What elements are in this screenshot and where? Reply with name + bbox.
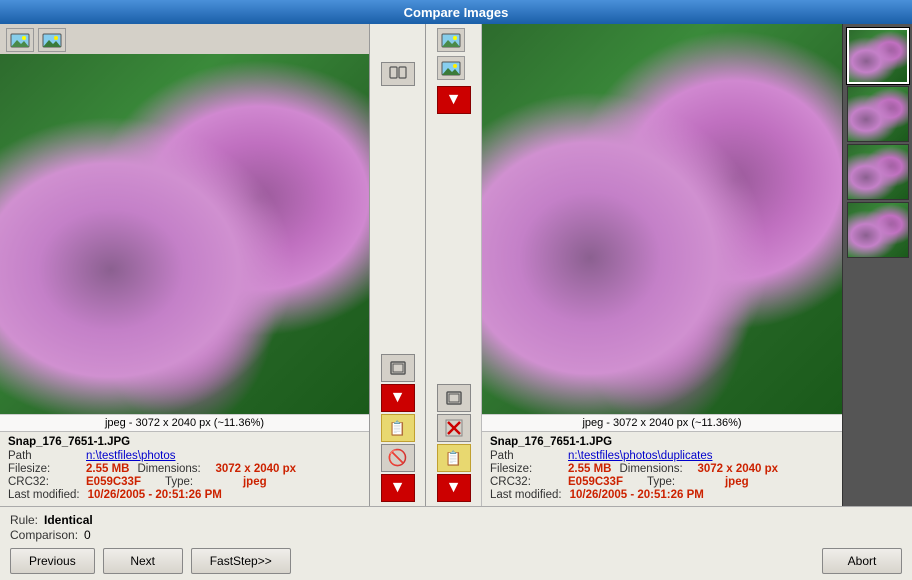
right-image-btn2[interactable] (437, 56, 465, 80)
previous-button[interactable]: Previous (10, 548, 95, 574)
right-path-label: Path (490, 450, 560, 462)
nav-buttons-left: Previous Next FastStep>> (10, 548, 291, 574)
left-filesize-label: Filesize: (8, 463, 78, 475)
status-info: Rule: Identical Comparison: 0 (10, 513, 902, 542)
nav-row: Previous Next FastStep>> Abort (10, 548, 902, 574)
right-cross-btn[interactable] (437, 414, 471, 442)
left-image-btn1[interactable] (6, 28, 34, 52)
right-image-info: jpeg - 3072 x 2040 px (~11.36%) (482, 414, 842, 431)
right-move-btn[interactable]: ▼ (437, 474, 471, 502)
right-header-buttons: ▼ (437, 28, 471, 114)
thumbnail-3[interactable] (847, 144, 909, 200)
right-image (482, 24, 842, 414)
abort-button[interactable]: Abort (822, 548, 902, 574)
window-title: Compare Images (404, 5, 509, 20)
right-type-value: jpeg (725, 476, 749, 488)
right-file-info: Snap_176_7651-1.JPG Path n:\testfiles\ph… (482, 431, 842, 506)
left-crc32-label: CRC32: (8, 476, 78, 488)
left-file-info: Snap_176_7651-1.JPG Path n:\testfiles\ph… (0, 431, 369, 506)
center-toolbar: ▼ 📋 🚫 ▼ (370, 24, 426, 506)
left-lastmod-label: Last modified: (8, 489, 80, 501)
thumbnail-2[interactable] (847, 86, 909, 142)
right-section: ▼ 📋 ▼ (426, 24, 842, 506)
thumbnails-panel (842, 24, 912, 506)
left-panel: jpeg - 3072 x 2040 px (~11.36%) Snap_176… (0, 24, 370, 506)
right-panel: jpeg - 3072 x 2040 px (~11.36%) Snap_176… (482, 24, 842, 506)
left-type-value: jpeg (243, 476, 267, 488)
rule-label: Rule: (10, 513, 38, 527)
right-lastmod-value: 10/26/2005 - 20:51:26 PM (570, 489, 704, 501)
left-image-info: jpeg - 3072 x 2040 px (~11.36%) (0, 414, 369, 431)
block-left-btn[interactable]: 🚫 (381, 444, 415, 472)
right-lastmod-label: Last modified: (490, 489, 562, 501)
left-path-label: Path (8, 450, 78, 462)
thumbnail-4[interactable] (847, 202, 909, 258)
left-dimensions-label: Dimensions: (137, 463, 207, 475)
left-crc32-value: E059C33F (86, 476, 141, 488)
right-crc32-label: CRC32: (490, 476, 560, 488)
fit-window-btn[interactable] (381, 354, 415, 382)
left-dimensions-value: 3072 x 2040 px (215, 463, 296, 475)
rule-row: Rule: Identical (10, 513, 902, 527)
left-path-value[interactable]: n:\testfiles\photos (86, 450, 176, 462)
note-left-btn[interactable]: 📋 (381, 414, 415, 442)
thumbnail-1[interactable] (847, 28, 909, 84)
right-dimensions-value: 3072 x 2040 px (697, 463, 778, 475)
comparison-value: 0 (84, 528, 91, 542)
right-type-label: Type: (647, 476, 717, 488)
right-note-btn[interactable]: 📋 (437, 444, 471, 472)
left-filesize-value: 2.55 MB (86, 463, 129, 475)
move-left-btn[interactable]: ▼ (381, 474, 415, 502)
left-type-label: Type: (165, 476, 235, 488)
rule-value: Identical (44, 513, 93, 527)
left-filename: Snap_176_7651-1.JPG (8, 436, 361, 448)
faststep-button[interactable]: FastStep>> (191, 548, 291, 574)
sync-scroll-btn[interactable] (381, 62, 415, 86)
left-header-buttons (0, 24, 369, 54)
left-image-btn2[interactable] (38, 28, 66, 52)
next-button[interactable]: Next (103, 548, 183, 574)
left-image (0, 54, 369, 414)
title-bar: Compare Images (0, 0, 912, 24)
right-path-value[interactable]: n:\testfiles\photos\duplicates (568, 450, 712, 462)
right-delete-btn[interactable]: ▼ (437, 86, 471, 114)
bottom-section: Rule: Identical Comparison: 0 Previous N… (0, 506, 912, 580)
abort-container: Abort (822, 548, 902, 574)
right-filename: Snap_176_7651-1.JPG (490, 436, 834, 448)
right-filesize-value: 2.55 MB (568, 463, 611, 475)
right-fit-btn[interactable] (437, 384, 471, 412)
right-crc32-value: E059C33F (568, 476, 623, 488)
right-dimensions-label: Dimensions: (619, 463, 689, 475)
delete-left-btn[interactable]: ▼ (381, 384, 415, 412)
right-image-btn1[interactable] (437, 28, 465, 52)
right-filesize-label: Filesize: (490, 463, 560, 475)
right-toolbar: ▼ 📋 ▼ (426, 24, 482, 506)
comparison-row: Comparison: 0 (10, 528, 902, 542)
comparison-label: Comparison: (10, 528, 78, 542)
left-lastmod-value: 10/26/2005 - 20:51:26 PM (88, 489, 222, 501)
